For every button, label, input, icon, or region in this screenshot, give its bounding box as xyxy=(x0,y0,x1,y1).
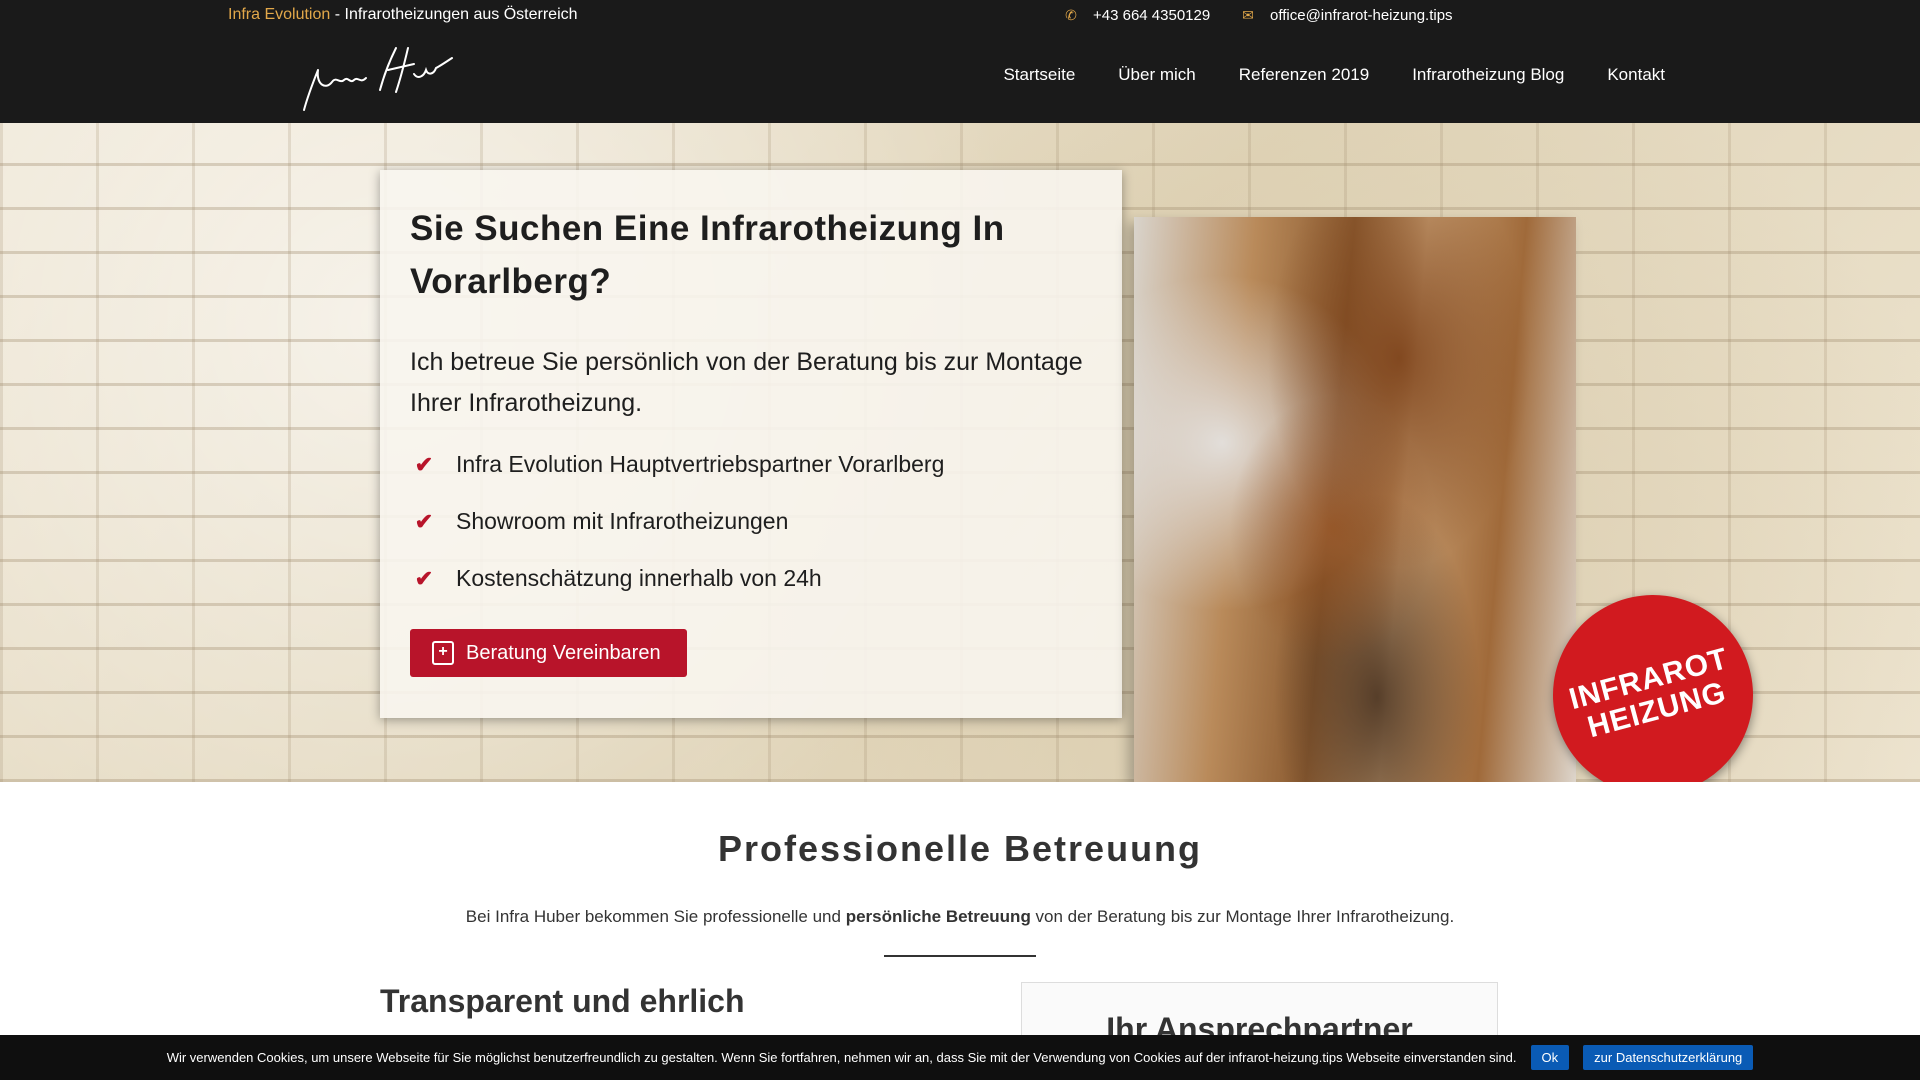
heater-panel-image xyxy=(1134,217,1576,782)
hero-card: Sie Suchen Eine Infrarotheizung In Vorar… xyxy=(380,170,1122,718)
nav-blog[interactable]: Infrarotheizung Blog xyxy=(1412,65,1564,85)
cta-label: Beratung Vereinbaren xyxy=(466,641,661,664)
section-divider xyxy=(884,955,1036,957)
book-consultation-button[interactable]: + Beratung Vereinbaren xyxy=(410,629,687,677)
column-heading: Transparent und ehrlich xyxy=(380,983,745,1019)
list-item: ✔ Showroom mit Infrarotheizungen xyxy=(410,493,1092,550)
cookie-banner: Wir verwenden Cookies, um unsere Webseit… xyxy=(0,1035,1920,1080)
nav-kontakt[interactable]: Kontakt xyxy=(1607,65,1665,85)
check-icon: ✔ xyxy=(414,565,434,591)
cookie-text: Wir verwenden Cookies, um unsere Webseit… xyxy=(166,1050,1517,1065)
feature-list: ✔ Infra Evolution Hauptvertriebspartner … xyxy=(410,436,1092,607)
calendar-plus-icon: + xyxy=(432,641,454,665)
nav-referenzen[interactable]: Referenzen 2019 xyxy=(1239,65,1369,85)
intro-text-bold: persönliche Betreuung xyxy=(845,907,1031,926)
nav-ueber-mich[interactable]: Über mich xyxy=(1118,65,1195,85)
hero-section: Sie Suchen Eine Infrarotheizung In Vorar… xyxy=(0,123,1920,782)
feature-text: Kostenschätzung innerhalb von 24h xyxy=(456,565,822,591)
hero-title: Sie Suchen Eine Infrarotheizung In Vorar… xyxy=(410,209,1005,301)
section-title: Professionelle Betreuung xyxy=(717,828,1203,869)
brand-name: Infra Evolution xyxy=(228,6,331,23)
nav-startseite[interactable]: Startseite xyxy=(1003,65,1075,85)
main-navbar: Startseite Über mich Referenzen 2019 Inf… xyxy=(0,32,1920,123)
tagline-text: - Infrarotheizungen aus Österreich xyxy=(330,6,578,23)
section-intro: Bei Infra Huber bekommen Sie professione… xyxy=(0,907,1920,927)
check-icon: ✔ xyxy=(414,451,434,477)
intro-text-end: von der Beratung bis zur Montage Ihrer I… xyxy=(1030,907,1455,926)
intro-text-start: Bei Infra Huber bekommen Sie professione… xyxy=(465,907,846,926)
phone-icon: ✆ xyxy=(1065,7,1077,23)
logo[interactable] xyxy=(296,40,456,120)
phone-contact[interactable]: ✆ +43 664 4350129 xyxy=(1063,7,1210,24)
email-address[interactable]: office@infrarot-heizung.tips xyxy=(1270,7,1453,24)
logo-signature xyxy=(303,47,453,111)
cookie-ok-button[interactable]: Ok xyxy=(1530,1045,1570,1070)
email-contact[interactable]: ✉ office@infrarot-heizung.tips xyxy=(1240,7,1453,24)
check-icon: ✔ xyxy=(414,508,434,534)
hero-lead: Ich betreue Sie persönlich von der Berat… xyxy=(410,348,1083,417)
list-item: ✔ Infra Evolution Hauptvertriebspartner … xyxy=(410,436,1092,493)
feature-text: Infra Evolution Hauptvertriebspartner Vo… xyxy=(456,451,945,477)
tagline: Infra Evolution - Infrarotheizungen aus … xyxy=(228,6,578,24)
main-nav: Startseite Über mich Referenzen 2019 Inf… xyxy=(1003,65,1665,85)
phone-number[interactable]: +43 664 4350129 xyxy=(1093,7,1210,24)
envelope-icon: ✉ xyxy=(1242,7,1254,23)
list-item: ✔ Kostenschätzung innerhalb von 24h xyxy=(410,550,1092,607)
privacy-policy-button[interactable]: zur Datenschutzerklärung xyxy=(1583,1045,1754,1070)
top-bar: Infra Evolution - Infrarotheizungen aus … xyxy=(0,0,1920,32)
feature-text: Showroom mit Infrarotheizungen xyxy=(456,508,789,534)
